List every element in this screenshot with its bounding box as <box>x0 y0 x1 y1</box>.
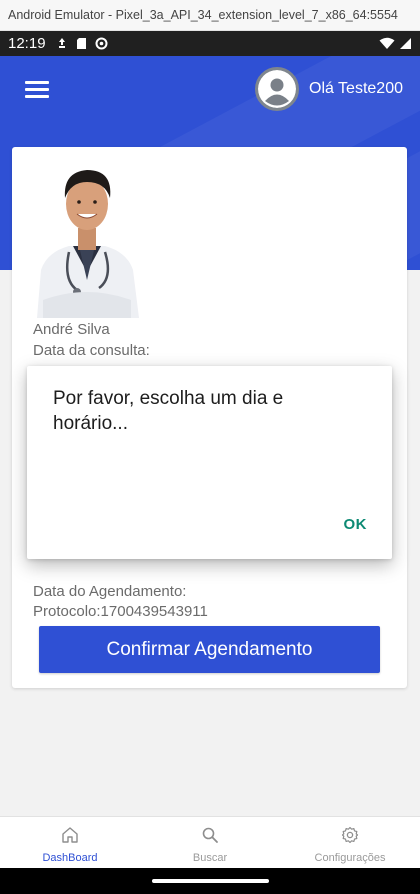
menu-icon[interactable] <box>25 81 49 99</box>
confirm-appointment-button[interactable]: Confirmar Agendamento <box>39 626 380 673</box>
nav-item-buscar[interactable]: Buscar <box>140 817 280 868</box>
home-gesture-handle[interactable] <box>152 879 269 883</box>
doctor-name: André Silva <box>33 321 110 338</box>
wifi-icon <box>379 37 395 49</box>
nav-label-buscar: Buscar <box>192 852 228 864</box>
sync-icon <box>95 37 108 50</box>
status-bar: 12:19 <box>0 31 420 56</box>
home-icon <box>62 827 78 843</box>
nav-item-dashboard[interactable]: DashBoard <box>0 817 140 868</box>
dialog-message: Por favor, escolha um dia e horário... <box>53 388 284 434</box>
dialog-ok-button[interactable]: OK <box>344 516 368 533</box>
consult-date-label: Data da consulta: <box>33 342 150 359</box>
nav-label-dashboard: DashBoard <box>42 852 98 864</box>
data-saver-icon <box>58 38 65 48</box>
gear-icon <box>341 826 359 844</box>
user-icon <box>258 70 296 108</box>
avatar[interactable] <box>255 67 299 111</box>
gesture-bar <box>0 868 420 894</box>
search-icon <box>202 827 218 843</box>
bottom-navigation: DashBoard Buscar Configurações <box>0 816 420 868</box>
protocol-text: Protocolo:1700439543911 <box>33 603 208 620</box>
status-time: 12:19 <box>8 35 46 52</box>
doctor-photo <box>33 160 141 318</box>
schedule-date-label: Data do Agendamento: <box>33 583 187 600</box>
alert-dialog: Por favor, escolha um dia e horário... O… <box>27 366 392 559</box>
nav-item-configuracoes[interactable]: Configurações <box>280 817 420 868</box>
signal-icon <box>400 38 411 49</box>
nav-label-configuracoes: Configurações <box>314 852 386 864</box>
emulator-title-bar: Android Emulator - Pixel_3a_API_34_exten… <box>0 0 420 31</box>
greeting-text: Olá Teste200 <box>309 80 403 97</box>
sd-card-icon <box>76 38 86 49</box>
